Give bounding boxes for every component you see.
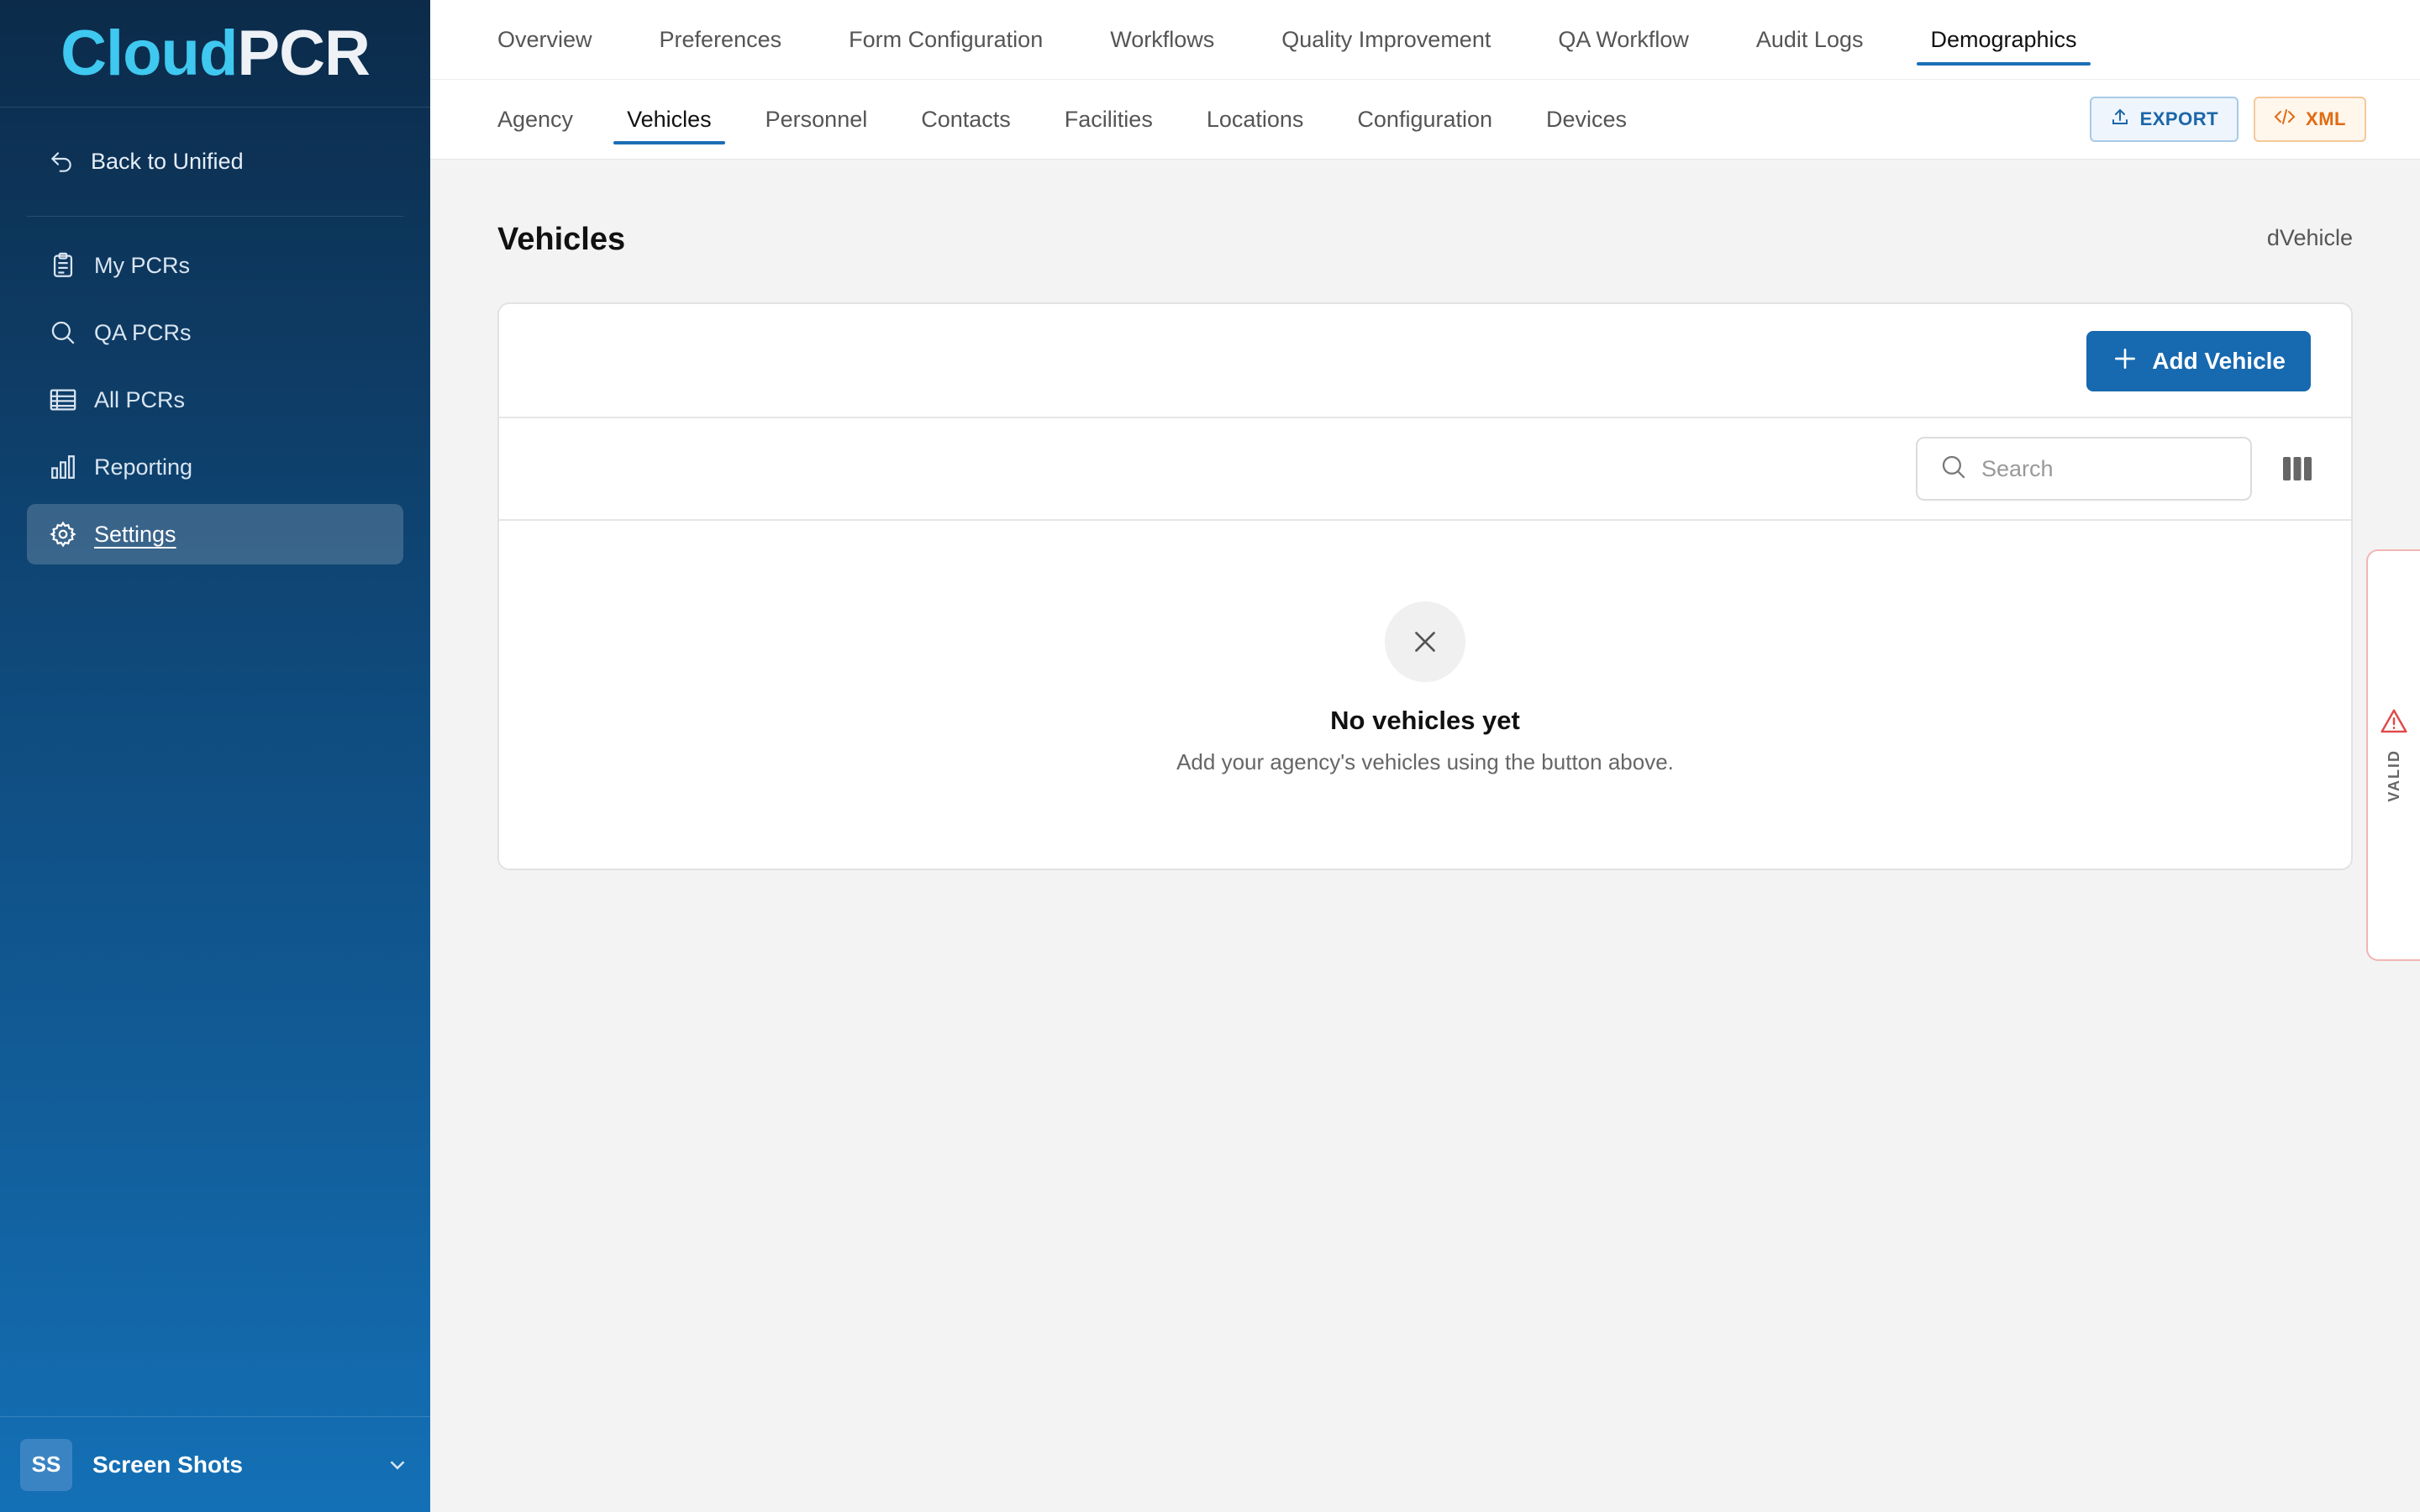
table-toolbar xyxy=(499,418,2351,521)
sidebar-item-label: Reporting xyxy=(94,454,193,480)
tab-quality-improvement[interactable]: Quality Improvement xyxy=(1281,0,1491,80)
upload-icon xyxy=(2110,107,2130,132)
subtab-facilities[interactable]: Facilities xyxy=(1065,80,1153,160)
tab-workflows[interactable]: Workflows xyxy=(1110,0,1214,80)
plus-icon xyxy=(2112,345,2139,378)
warning-icon xyxy=(2380,708,2408,738)
sidebar-item-settings[interactable]: Settings xyxy=(27,504,403,564)
primary-tabs: Overview Preferences Form Configuration … xyxy=(430,0,2420,80)
subtab-devices[interactable]: Devices xyxy=(1546,80,1627,160)
clipboard-icon xyxy=(47,249,79,281)
subtab-locations[interactable]: Locations xyxy=(1207,80,1304,160)
sidebar-item-label: Settings xyxy=(94,521,176,547)
validation-label: VALID xyxy=(2385,749,2402,802)
subtab-vehicles[interactable]: Vehicles xyxy=(613,80,725,160)
chevron-down-icon xyxy=(385,1452,410,1478)
export-button[interactable]: EXPORT xyxy=(2089,97,2239,142)
empty-state-title: No vehicles yet xyxy=(1330,706,1520,735)
xml-label: XML xyxy=(2306,108,2346,129)
back-to-unified-label: Back to Unified xyxy=(91,149,244,174)
gear-icon xyxy=(47,518,79,550)
sidebar-item-my-pcrs[interactable]: My PCRs xyxy=(27,235,403,296)
search-box xyxy=(1916,437,2252,501)
account-name: Screen Shots xyxy=(92,1451,243,1478)
avatar: SS xyxy=(20,1438,72,1491)
tab-overview[interactable]: Overview xyxy=(497,0,592,80)
back-to-unified-link[interactable]: Back to Unified xyxy=(27,108,403,217)
subtab-contacts[interactable]: Contacts xyxy=(921,80,1011,160)
add-vehicle-label: Add Vehicle xyxy=(2152,348,2286,374)
sidebar-item-qa-pcrs[interactable]: QA PCRs xyxy=(27,302,403,363)
vehicles-card: Add Vehicle No vehicles yet Add your age… xyxy=(497,302,2353,870)
validation-side-tab[interactable]: VALID xyxy=(2366,549,2420,961)
empty-state: No vehicles yet Add your agency's vehicl… xyxy=(499,601,2351,775)
empty-state-subtitle: Add your agency's vehicles using the but… xyxy=(1176,749,1674,774)
logo-pcr-text: PCR xyxy=(237,18,370,89)
search-icon xyxy=(47,317,79,349)
code-icon xyxy=(2274,107,2296,132)
back-arrow-icon xyxy=(45,146,77,178)
tab-demographics[interactable]: Demographics xyxy=(1917,0,2091,80)
tab-qa-workflow[interactable]: QA Workflow xyxy=(1558,0,1689,80)
top-navigation: Overview Preferences Form Configuration … xyxy=(430,0,2420,160)
export-label: EXPORT xyxy=(2139,108,2219,129)
logo-cloud-text: Cloud xyxy=(60,18,238,89)
bar-chart-icon xyxy=(47,451,79,483)
sidebar-nav: My PCRs QA PCRs All PCRs Reporting Setti… xyxy=(0,217,430,564)
tab-form-configuration[interactable]: Form Configuration xyxy=(849,0,1043,80)
tab-audit-logs[interactable]: Audit Logs xyxy=(1756,0,1864,80)
top-actions: EXPORT XML xyxy=(2089,97,2366,142)
tab-preferences[interactable]: Preferences xyxy=(660,0,782,80)
search-input[interactable] xyxy=(1981,455,2233,482)
app-logo[interactable]: Cloud PCR xyxy=(0,0,430,108)
xml-button[interactable]: XML xyxy=(2254,97,2366,142)
sidebar: Cloud PCR Back to Unified My PCRs QA PCRs… xyxy=(0,0,430,1512)
table-icon xyxy=(47,384,79,416)
subtab-agency[interactable]: Agency xyxy=(497,80,573,160)
account-switcher[interactable]: SS Screen Shots xyxy=(0,1416,430,1512)
page-element-code: dVehicle xyxy=(2266,225,2353,250)
sidebar-item-label: QA PCRs xyxy=(94,319,192,345)
search-icon xyxy=(1939,453,1968,486)
sidebar-item-reporting[interactable]: Reporting xyxy=(27,437,403,497)
close-icon xyxy=(1385,601,1465,682)
page-title: Vehicles xyxy=(497,222,626,257)
add-vehicle-button[interactable]: Add Vehicle xyxy=(2086,331,2311,391)
sidebar-item-label: My PCRs xyxy=(94,252,190,278)
subtab-configuration[interactable]: Configuration xyxy=(1357,80,1492,160)
sidebar-item-all-pcrs[interactable]: All PCRs xyxy=(27,370,403,430)
card-header: Add Vehicle xyxy=(499,304,2351,418)
subtab-personnel[interactable]: Personnel xyxy=(765,80,868,160)
sidebar-item-label: All PCRs xyxy=(94,386,186,412)
columns-icon[interactable] xyxy=(2282,455,2312,482)
